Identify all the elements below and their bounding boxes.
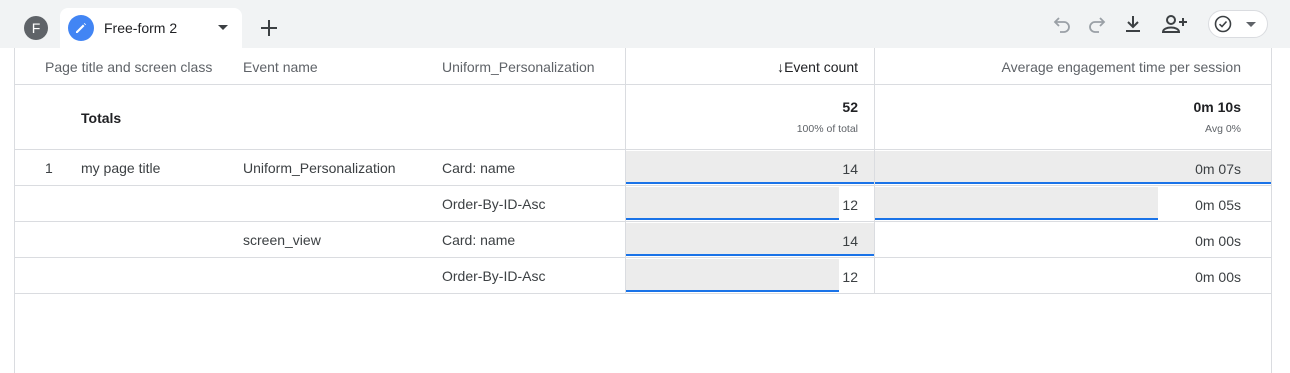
totals-event-count-percent: 100% of total [796, 123, 858, 135]
chevron-down-icon [1246, 22, 1256, 27]
cell-event-count: 12 [842, 197, 858, 213]
engagement-bar-line [875, 182, 1271, 184]
totals-label: Totals [81, 110, 122, 126]
redo-icon[interactable] [1085, 12, 1109, 36]
event-count-bar [626, 259, 839, 290]
event-count-bar [626, 187, 839, 218]
event-count-bar-line [626, 290, 839, 292]
cell-event-name: Uniform_Personalization [243, 160, 396, 176]
event-count-bar-line [626, 218, 839, 220]
event-count-bar [626, 151, 874, 182]
insights-check-button[interactable] [1208, 10, 1268, 38]
event-count-bar-line [626, 254, 874, 256]
cell-engagement: 0m 05s [1195, 197, 1241, 213]
cell-event-count: 14 [842, 233, 858, 249]
event-count-bar [626, 223, 874, 254]
cell-personalization: Card: name [442, 232, 516, 248]
cell-personalization: Card: name [442, 160, 516, 176]
tab-title: Free-form 2 [104, 20, 178, 36]
column-header-event-count[interactable]: ↓Event count [777, 59, 858, 75]
cell-event-count: 14 [842, 161, 858, 177]
cell-event-count: 12 [842, 269, 858, 285]
check-circle-icon [1214, 15, 1232, 33]
column-header-page-title[interactable]: Page title and screen class [45, 59, 212, 75]
undo-icon[interactable] [1050, 12, 1074, 36]
cell-personalization: Order-By-ID-Asc [442, 268, 546, 284]
avatar[interactable]: F [24, 16, 48, 40]
column-header-avg-engagement[interactable]: Average engagement time per session [1002, 59, 1241, 75]
cell-engagement: 0m 00s [1195, 233, 1241, 249]
cell-engagement: 0m 07s [1195, 161, 1241, 177]
column-header-event-name[interactable]: Event name [243, 59, 318, 75]
cell-event-name: screen_view [243, 232, 321, 248]
totals-engagement-avg: Avg 0% [1205, 123, 1241, 135]
engagement-bar [875, 187, 1158, 218]
engagement-bar-line [875, 218, 1158, 220]
cell-engagement: 0m 00s [1195, 269, 1241, 285]
tab-menu-caret-icon[interactable] [218, 25, 228, 30]
event-count-bar-line [626, 182, 874, 184]
cell-personalization: Order-By-ID-Asc [442, 196, 546, 212]
totals-event-count: 52 [842, 99, 858, 115]
download-icon[interactable] [1121, 12, 1145, 36]
plus-icon [261, 20, 277, 36]
totals-engagement: 0m 10s [1193, 99, 1241, 115]
data-table: Page title and screen class Event name U… [14, 48, 1272, 373]
tab-free-form-2[interactable]: Free-form 2 [60, 8, 242, 48]
add-tab-button[interactable] [244, 8, 294, 48]
tab-bar: F Free-form 2 [0, 0, 1290, 48]
cell-page-title: my page title [81, 160, 161, 176]
column-header-uniform-personalization[interactable]: Uniform_Personalization [442, 59, 595, 75]
pencil-icon [68, 15, 94, 41]
row-index: 1 [45, 160, 53, 176]
person-add-icon[interactable] [1161, 12, 1189, 36]
